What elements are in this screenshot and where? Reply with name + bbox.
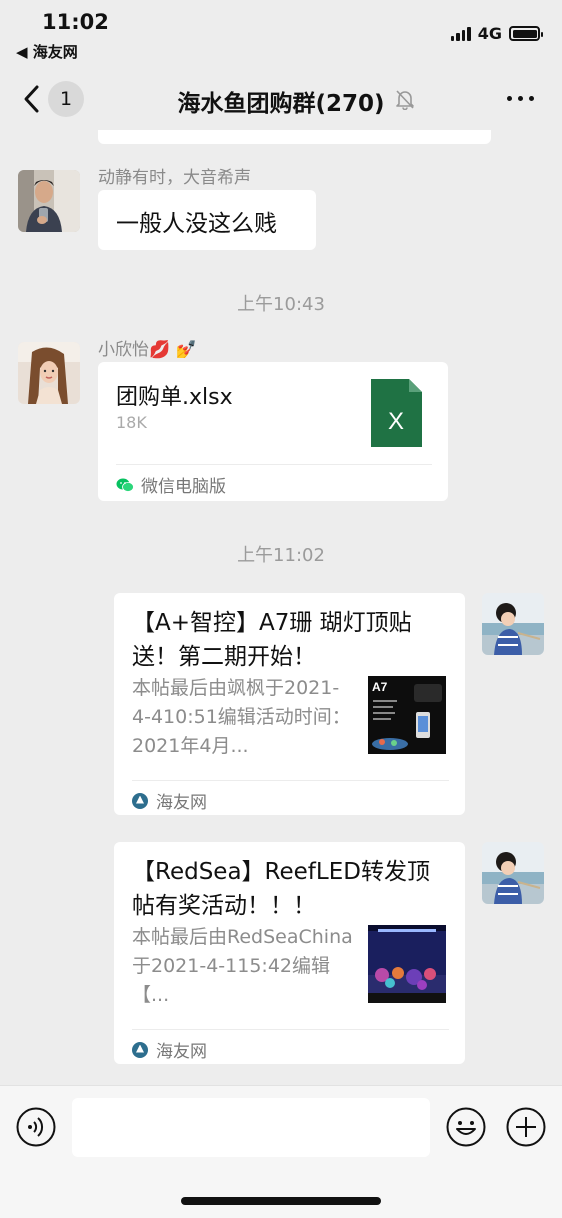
link-thumbnail bbox=[368, 925, 446, 1003]
add-more-icon[interactable] bbox=[506, 1107, 546, 1147]
time-separator: 上午10:43 bbox=[237, 294, 325, 315]
voice-input-icon[interactable] bbox=[16, 1107, 56, 1147]
message-input[interactable] bbox=[72, 1098, 430, 1157]
link-title: 【A+智控】A7珊 瑚灯顶贴送！第二期开始！ bbox=[132, 610, 412, 670]
file-size: 18K bbox=[116, 413, 147, 432]
battery-icon bbox=[509, 26, 543, 41]
link-source-label: 海友网 bbox=[156, 793, 207, 813]
link-title: 【RedSea】ReefLED转发顶帖有奖活动！！！ bbox=[132, 859, 430, 919]
link-source: 海友网 bbox=[132, 788, 207, 813]
chat-title: 海水鱼团购群(270) bbox=[177, 91, 385, 117]
more-options-icon[interactable] bbox=[507, 96, 534, 101]
link-source: 海友网 bbox=[132, 1037, 207, 1062]
my-avatar[interactable] bbox=[482, 593, 544, 655]
card-divider bbox=[116, 464, 432, 465]
home-indicator[interactable] bbox=[181, 1197, 381, 1205]
site-logo-icon bbox=[132, 1041, 148, 1058]
sender-name: 动静有时，大音希声 bbox=[98, 168, 251, 188]
chat-messages[interactable]: 动静有时，大音希声 一般人没这么贱 上午10:43 小欣怡💋 💅 团购单.xls… bbox=[0, 130, 562, 1085]
time-separator: 上午11:02 bbox=[237, 545, 325, 566]
card-divider bbox=[132, 1029, 449, 1030]
site-logo-icon bbox=[132, 792, 148, 809]
excel-file-icon: X bbox=[371, 379, 422, 447]
wechat-icon bbox=[116, 478, 134, 492]
card-divider bbox=[132, 780, 449, 781]
file-message-card[interactable]: 团购单.xlsx 18K X 微信电脑版 bbox=[98, 362, 448, 501]
chat-header: 1 海水鱼团购群(270) bbox=[0, 68, 562, 130]
excel-icon-letter: X bbox=[388, 408, 404, 435]
link-message-card[interactable]: 【RedSea】ReefLED转发顶帖有奖活动！！！ 本帖最后由RedSeaCh… bbox=[114, 842, 465, 1064]
status-bar: 11:02 ◀ 海友网 4G bbox=[0, 0, 562, 68]
my-avatar[interactable] bbox=[482, 842, 544, 904]
file-source: 微信电脑版 bbox=[116, 472, 226, 497]
emoji-icon[interactable] bbox=[446, 1107, 486, 1147]
link-description: 本帖最后由RedSeaChina于2021-4-115:42编辑【... bbox=[132, 926, 353, 1006]
network-type: 4G bbox=[477, 24, 502, 43]
link-thumbnail: A7 bbox=[368, 676, 446, 754]
status-time: 11:02 bbox=[42, 10, 109, 34]
status-indicators: 4G bbox=[450, 24, 543, 43]
file-name: 团购单.xlsx bbox=[116, 385, 233, 410]
message-text: 一般人没这么贱 bbox=[116, 211, 277, 237]
link-description: 本帖最后由飒枫于2021-4-410:51编辑活动时间：2021年4月... bbox=[132, 677, 351, 757]
avatar[interactable] bbox=[18, 170, 80, 232]
back-to-app-link[interactable]: ◀ 海友网 bbox=[16, 41, 78, 62]
signal-icon bbox=[450, 26, 471, 41]
thumbnail-label: A7 bbox=[372, 680, 388, 694]
message-bubble[interactable]: 一般人没这么贱 bbox=[98, 190, 316, 250]
previous-message-bubble bbox=[98, 130, 491, 144]
file-source-label: 微信电脑版 bbox=[141, 477, 226, 497]
link-source-label: 海友网 bbox=[156, 1042, 207, 1062]
mute-bell-icon bbox=[396, 90, 414, 110]
avatar[interactable] bbox=[18, 342, 80, 404]
sender-name: 小欣怡💋 💅 bbox=[98, 340, 197, 360]
link-message-card[interactable]: 【A+智控】A7珊 瑚灯顶贴送！第二期开始！ 本帖最后由飒枫于2021-4-41… bbox=[114, 593, 465, 815]
